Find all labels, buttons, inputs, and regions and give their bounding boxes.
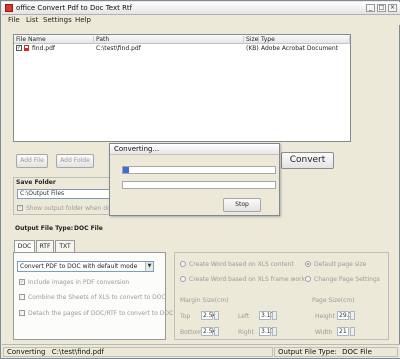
combine-sheets-label: Combine the Sheets of XLS to convert to … [28, 294, 166, 301]
column-path[interactable]: Path [94, 36, 244, 44]
default-page-radio[interactable] [305, 261, 311, 267]
margin-top-spinner[interactable] [214, 311, 219, 320]
progress-bar-secondary [122, 181, 276, 189]
add-folder-button[interactable]: Add Folde [56, 154, 94, 168]
page-width-label: Width [315, 329, 333, 336]
column-size[interactable]: Size [244, 36, 259, 44]
output-type-label: Output File Type: [15, 225, 74, 232]
row-size: (KB) [246, 45, 259, 52]
menu-help[interactable]: Help [75, 16, 91, 24]
convert-button[interactable]: Convert [281, 152, 334, 169]
tab-rtf[interactable]: RTF [36, 240, 54, 252]
row-checkbox[interactable]: ✓ [16, 45, 22, 51]
column-file-name[interactable]: File Name [14, 36, 94, 44]
row-type: Adobe Acrobat Document [261, 45, 339, 52]
margin-right-label: Right [238, 329, 254, 336]
file-list[interactable]: File Name Path Size Type ✓ find.pdf C:\t… [13, 34, 351, 142]
progress-fill [123, 167, 130, 173]
menu-list[interactable]: List [26, 16, 38, 24]
margin-top-input[interactable]: 2.54 [201, 311, 216, 320]
status-type-value: DOC File [342, 348, 372, 356]
pdf-file-icon [24, 45, 29, 51]
menu-file[interactable]: File [8, 16, 20, 24]
close-button[interactable]: × [388, 4, 397, 12]
status-type-label: Output File Type: [278, 348, 337, 356]
chevron-down-icon[interactable]: ▼ [145, 262, 153, 271]
stop-button[interactable]: Stop [223, 198, 261, 212]
xls-content-label: Create Word based on XLS content [189, 261, 294, 268]
xls-content-radio[interactable] [180, 261, 186, 267]
converting-dialog: Converting... Stop [109, 143, 280, 216]
margin-bottom-label: Bottom [180, 329, 203, 336]
combine-sheets-checkbox[interactable] [19, 294, 25, 300]
title-bar: office Convert Pdf to Doc Text Rtf _ □ × [2, 2, 400, 15]
conversion-mode-value: Convert PDF to DOC with default mode [20, 263, 138, 270]
xls-frame-label: Create Word based on XLS frame work [189, 276, 305, 283]
save-folder-group: Save Folder C:\Output Files ✓ Show outpu… [13, 177, 118, 215]
default-page-label: Default page size [314, 261, 367, 268]
margin-bottom-input[interactable]: 2.54 [201, 327, 216, 336]
margin-top-label: Top [180, 313, 191, 320]
change-page-label: Change Page Settings [314, 276, 380, 283]
row-path: C:\test\find.pdf [96, 45, 141, 52]
page-height-label: Height [315, 313, 335, 320]
margin-left-input[interactable]: 3.17 [259, 311, 274, 320]
margin-right-input[interactable]: 3.17 [259, 327, 274, 336]
xls-frame-radio[interactable] [180, 276, 186, 282]
word-options-group: Create Word based on XLS content Create … [174, 252, 389, 340]
margin-size-label: Margin Size(cm) [180, 297, 229, 304]
include-images-checkbox[interactable]: ✓ [19, 279, 25, 285]
margin-bottom-spinner[interactable] [214, 327, 219, 336]
dialog-title: Converting... [110, 144, 279, 155]
column-type[interactable]: Type [259, 36, 350, 44]
margin-left-label: Left [238, 313, 250, 320]
status-progress-cell: Converting C:\test\find.pdf [3, 347, 273, 357]
menu-settings[interactable]: Settings [43, 16, 72, 24]
table-row[interactable]: ✓ find.pdf C:\test\find.pdf (KB) Adobe A… [14, 45, 350, 53]
status-type-cell: Output File Type: DOC File [274, 347, 398, 357]
page-height-input[interactable]: 29.7 [337, 311, 352, 320]
page-width-spinner[interactable] [350, 327, 355, 336]
doc-tab-panel: Convert PDF to DOC with default mode ▼ ✓… [13, 252, 173, 340]
change-page-radio[interactable] [305, 276, 311, 282]
progress-bar [122, 166, 276, 174]
conversion-mode-select[interactable]: Convert PDF to DOC with default mode ▼ [17, 261, 154, 272]
file-list-header: File Name Path Size Type [14, 35, 350, 44]
add-file-button[interactable]: Add File [16, 154, 48, 168]
page-size-label: Page Size(cm) [312, 297, 355, 304]
window-title: office Convert Pdf to Doc Text Rtf [16, 4, 133, 12]
tab-txt[interactable]: TXT [55, 240, 75, 252]
detach-pages-checkbox[interactable] [19, 310, 25, 316]
status-state: Converting [7, 348, 46, 356]
margin-left-spinner[interactable] [272, 311, 277, 320]
menu-bar: File List Settings Help [2, 15, 400, 25]
row-file-name: find.pdf [32, 45, 56, 52]
output-type-value: DOC File [74, 225, 103, 232]
page-width-input[interactable]: 21 [337, 327, 349, 336]
page-height-spinner[interactable] [350, 311, 355, 320]
margin-right-spinner[interactable] [272, 327, 277, 336]
save-folder-input[interactable]: C:\Output Files [17, 189, 112, 199]
main-window: office Convert Pdf to Doc Text Rtf _ □ ×… [0, 0, 400, 359]
detach-pages-label: Detach the pages of DOC/RTF to convert t… [28, 310, 174, 317]
show-folder-label: Show output folder when done [26, 205, 119, 212]
minimize-button[interactable]: _ [366, 4, 375, 12]
show-folder-checkbox[interactable]: ✓ [17, 205, 23, 211]
status-file: C:\test\find.pdf [51, 348, 105, 356]
include-images-label: Include images in PDF conversion [28, 279, 130, 286]
status-bar: Converting C:\test\find.pdf Output File … [2, 344, 400, 358]
save-folder-title: Save Folder [16, 179, 56, 186]
pdf-app-icon [5, 4, 13, 12]
maximize-button[interactable]: □ [377, 4, 386, 12]
